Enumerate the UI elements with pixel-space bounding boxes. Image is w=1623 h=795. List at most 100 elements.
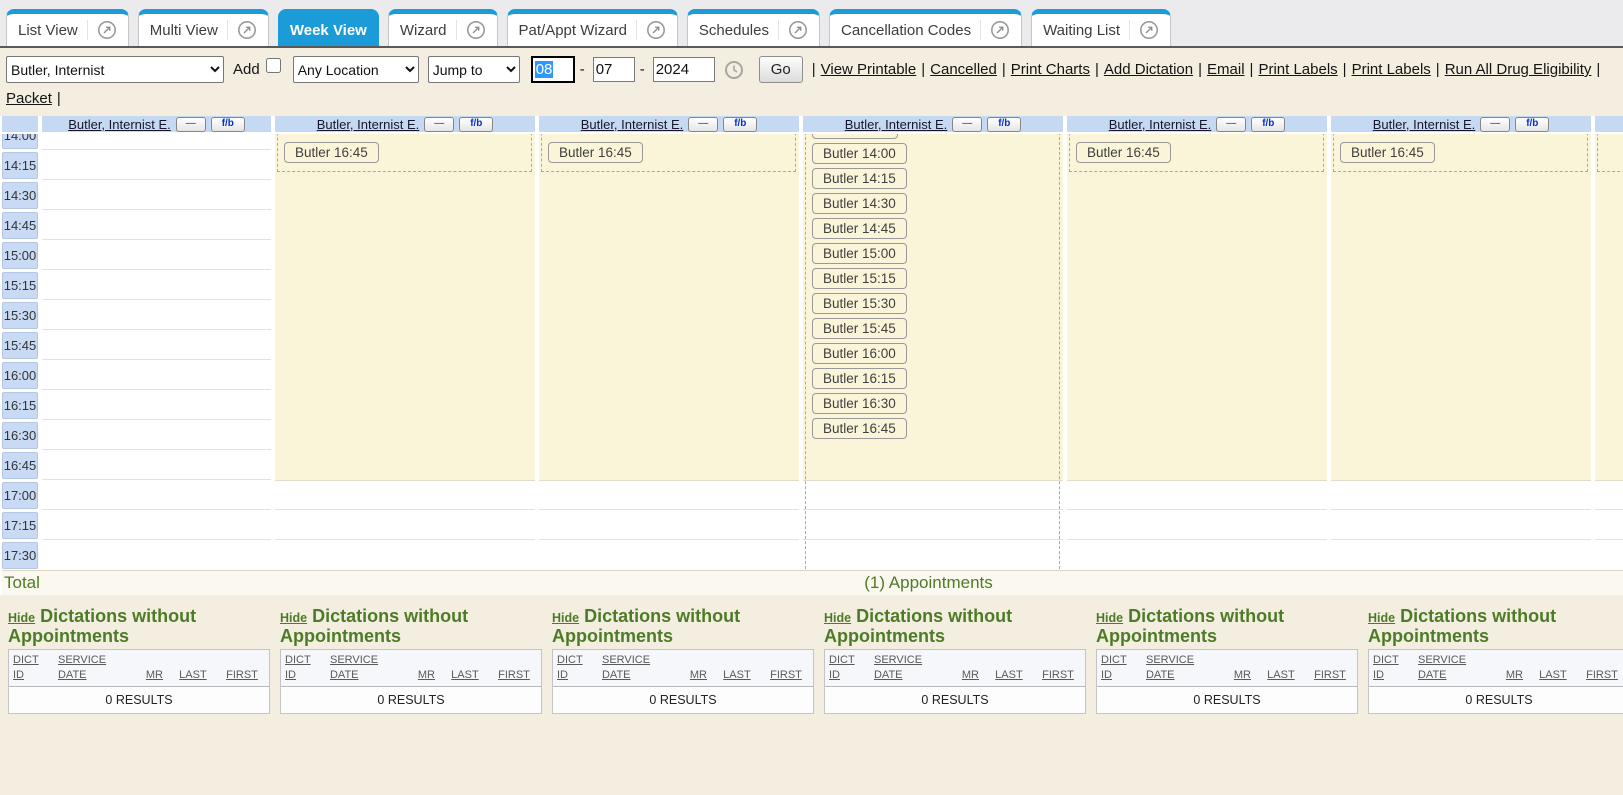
provider-link[interactable]: Butler, Internist E. [1373, 117, 1476, 132]
sort-mr[interactable]: MR [418, 668, 445, 683]
tab-wizard[interactable]: Wizard [388, 9, 498, 46]
header-line2[interactable]: DATE [602, 668, 631, 683]
header-line2[interactable]: ID [1101, 668, 1112, 683]
appointment-button-butler-15-15[interactable]: Butler 15:15 [812, 268, 907, 289]
header-line2[interactable]: LAST [723, 668, 751, 683]
header-line1[interactable]: SERVICE [1418, 653, 1466, 668]
appointment-button-butler-16-45[interactable]: Butler 16:45 [1076, 142, 1171, 163]
date-year-input[interactable]: 2024 [653, 57, 715, 82]
toolbar-link-print-charts[interactable]: Print Charts [1011, 61, 1090, 78]
sort-last[interactable]: LAST [1267, 668, 1308, 683]
header-line2[interactable]: FIRST [498, 668, 530, 683]
header-line1[interactable]: DICT [829, 653, 855, 668]
open-slot-area[interactable] [539, 134, 799, 481]
appointment-button-butler-15-45[interactable]: Butler 15:45 [812, 318, 907, 339]
hide-link[interactable]: Hide [1368, 611, 1395, 625]
date-month-input[interactable]: 08 [531, 56, 575, 83]
tab-week-view[interactable]: Week View [278, 9, 379, 46]
sort-dict-id[interactable]: DICTID [1101, 653, 1140, 683]
open-new-window-icon[interactable] [456, 20, 486, 40]
open-new-window-icon[interactable] [980, 20, 1010, 40]
minimize-column-button[interactable]: — [1216, 117, 1246, 132]
sort-service-date[interactable]: SERVICEDATE [1418, 653, 1500, 683]
sort-last[interactable]: LAST [1539, 668, 1580, 683]
open-slot-area[interactable] [1331, 134, 1591, 481]
header-line1[interactable]: SERVICE [58, 653, 106, 668]
appointment-button-butler-16-45[interactable]: Butler 16:45 [284, 142, 379, 163]
header-line2[interactable]: MR [418, 668, 435, 683]
appointment-button-clipped[interactable] [812, 134, 898, 139]
appointment-button-butler-16-45[interactable]: Butler 16:45 [548, 142, 643, 163]
header-line2[interactable]: FIRST [1042, 668, 1074, 683]
header-line2[interactable]: ID [829, 668, 840, 683]
clock-icon[interactable] [724, 60, 744, 80]
toolbar-link-print-labels[interactable]: Print Labels [1352, 61, 1431, 78]
header-line1[interactable]: DICT [1373, 653, 1399, 668]
header-line1[interactable]: SERVICE [1146, 653, 1194, 668]
fb-button[interactable]: f/b [1251, 117, 1285, 132]
sort-service-date[interactable]: SERVICEDATE [874, 653, 956, 683]
minimize-column-button[interactable]: — [688, 117, 718, 132]
minimize-column-button[interactable]: — [952, 117, 982, 132]
sort-mr[interactable]: MR [1234, 668, 1261, 683]
hide-link[interactable]: Hide [280, 611, 307, 625]
header-line2[interactable]: DATE [330, 668, 359, 683]
header-line2[interactable]: MR [1234, 668, 1251, 683]
sort-mr[interactable]: MR [146, 668, 173, 683]
header-line2[interactable]: DATE [1146, 668, 1175, 683]
open-new-window-icon[interactable] [1129, 20, 1159, 40]
header-line2[interactable]: DATE [874, 668, 903, 683]
location-select[interactable]: Any Location [293, 56, 419, 83]
header-line1[interactable]: SERVICE [602, 653, 650, 668]
go-button[interactable]: Go [759, 56, 803, 83]
jump-to-select[interactable]: Jump to [428, 56, 520, 83]
fb-button[interactable]: f/b [723, 117, 757, 132]
provider-link[interactable]: Butler, Internist E. [845, 117, 948, 132]
hide-link[interactable]: Hide [552, 611, 579, 625]
provider-link[interactable]: Butler, Internist E. [68, 117, 171, 132]
minimize-column-button[interactable]: — [1480, 117, 1510, 132]
header-line1[interactable]: DICT [557, 653, 583, 668]
provider-link[interactable]: Butler, Internist E. [1109, 117, 1212, 132]
add-checkbox[interactable] [266, 58, 281, 73]
sort-first[interactable]: FIRST [770, 668, 813, 683]
sort-dict-id[interactable]: DICTID [1373, 653, 1412, 683]
header-line2[interactable]: MR [690, 668, 707, 683]
sort-dict-id[interactable]: DICTID [829, 653, 868, 683]
date-day-input[interactable]: 07 [593, 57, 635, 82]
header-line1[interactable]: DICT [1101, 653, 1127, 668]
sort-first[interactable]: FIRST [498, 668, 541, 683]
appointment-button-butler-16-00[interactable]: Butler 16:00 [812, 343, 907, 364]
fb-button[interactable]: f/b [459, 117, 493, 132]
header-line2[interactable]: ID [13, 668, 24, 683]
hide-link[interactable]: Hide [824, 611, 851, 625]
hide-link[interactable]: Hide [1096, 611, 1123, 625]
provider-link[interactable]: Butler, Internist E. [581, 117, 684, 132]
header-line2[interactable]: MR [146, 668, 163, 683]
tab-cancellation-codes[interactable]: Cancellation Codes [829, 9, 1022, 46]
toolbar-link-add-dictation[interactable]: Add Dictation [1104, 61, 1193, 78]
sort-service-date[interactable]: SERVICEDATE [1146, 653, 1228, 683]
header-line2[interactable]: LAST [1267, 668, 1295, 683]
minimize-column-button[interactable]: — [176, 117, 206, 132]
hide-link[interactable]: Hide [8, 611, 35, 625]
fb-button[interactable]: f/b [987, 117, 1021, 132]
open-slot-area[interactable] [275, 134, 535, 481]
appointment-button-butler-14-00[interactable]: Butler 14:00 [812, 143, 907, 164]
sort-first[interactable]: FIRST [1314, 668, 1357, 683]
header-line1[interactable]: SERVICE [874, 653, 922, 668]
toolbar-link-print-labels[interactable]: Print Labels [1258, 61, 1337, 78]
tab-multi-view[interactable]: Multi View [138, 9, 269, 46]
sort-dict-id[interactable]: DICTID [557, 653, 596, 683]
sort-dict-id[interactable]: DICTID [285, 653, 324, 683]
sort-mr[interactable]: MR [690, 668, 717, 683]
fb-button[interactable]: f/b [211, 117, 245, 132]
appointment-button-butler-15-30[interactable]: Butler 15:30 [812, 293, 907, 314]
header-line1[interactable]: DICT [285, 653, 311, 668]
toolbar-link-view-printable[interactable]: View Printable [821, 61, 917, 78]
sort-last[interactable]: LAST [179, 668, 220, 683]
tab-pat-appt-wizard[interactable]: Pat/Appt Wizard [507, 9, 678, 46]
toolbar-link-cancelled[interactable]: Cancelled [930, 61, 997, 78]
open-new-window-icon[interactable] [227, 20, 257, 40]
appointment-button-butler-16-30[interactable]: Butler 16:30 [812, 393, 907, 414]
